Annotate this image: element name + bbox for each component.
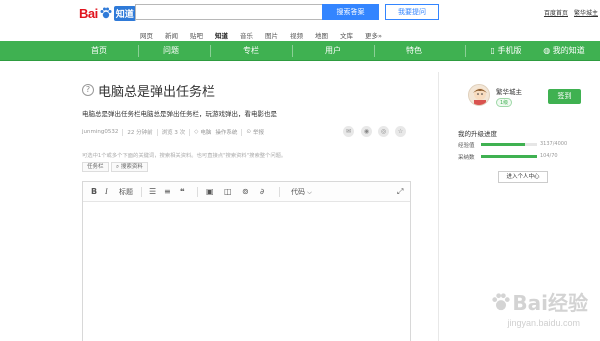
watermark-url: jingyan.baidu.com (507, 318, 580, 328)
bold-button[interactable]: B (91, 186, 97, 198)
quote-icon[interactable]: ❝ (180, 186, 185, 198)
search-material-button[interactable]: ⌕ 搜索资料 (111, 162, 148, 172)
search-material-label: 搜索资料 (120, 164, 143, 170)
location-icon[interactable]: ⊚ (242, 186, 249, 198)
nav-home[interactable]: 首页 (80, 41, 118, 61)
chevron-down-icon: ⌵ (307, 189, 312, 196)
wechat-share-icon[interactable]: ✉ (343, 126, 354, 137)
logo-bai-text: Bai (79, 5, 98, 21)
adopt-progress-fill (481, 155, 537, 158)
paw-icon (100, 7, 112, 19)
search-hint: 可选中1个或多个下面的关键词，搜索相关资料。也可直接点"搜索资料"搜索整个问题。 (82, 153, 287, 159)
sign-in-button[interactable]: 签到 (548, 89, 581, 104)
search-input[interactable] (135, 4, 323, 20)
avatar-face-icon (473, 88, 487, 105)
editor-toolbar: B I 标题 ☰ ≡ ❝ ▣ ◫ ⊚ ∂ 代码 ⌵ ⤢ (83, 182, 410, 202)
avatar[interactable] (468, 84, 490, 106)
exp-label: 经验值 (458, 143, 475, 149)
favorite-star-icon[interactable]: ☆ (395, 126, 406, 137)
ask-question-button[interactable]: 我要提问 (385, 4, 439, 20)
exp-progress-bar (481, 143, 537, 146)
nav-my-zhidao[interactable]: ◍ 我的知道 (535, 41, 593, 61)
report-icon: ⊙ (246, 129, 251, 135)
level-badge: 1级 (496, 98, 513, 107)
qq-share-icon[interactable]: ◎ (378, 126, 389, 137)
question-meta: junming0532 22 分钟前 浏览 3 次 ◇ 电脑 操作系统 ⊙ 举报 (82, 128, 264, 136)
exp-progress-fill (481, 143, 525, 146)
search-icon: ⌕ (116, 164, 120, 170)
code-label: 代码 (291, 188, 305, 196)
top-link-baidu-home[interactable]: 百度首页 (544, 8, 568, 17)
nav-my-zhidao-label: 我的知道 (552, 46, 585, 55)
nav-features[interactable]: 特色 (395, 41, 433, 61)
watermark-text: Bai经验 (512, 291, 588, 315)
personal-center-button[interactable]: 进入个人中心 (498, 171, 548, 183)
tag-computer[interactable]: 电脑 (200, 128, 211, 136)
top-link-username[interactable]: 繁华城主 (574, 8, 598, 17)
unordered-list-icon[interactable]: ≡ (164, 186, 171, 198)
weibo-share-icon[interactable]: ◉ (361, 126, 372, 137)
nav-mobile-label: 手机版 (497, 46, 522, 55)
view-count: 浏览 3 次 (161, 130, 186, 136)
logo-zhidao-text: 知道 (113, 5, 136, 21)
attachment-icon[interactable]: ∂ (260, 186, 264, 198)
post-time: 22 分钟前 (127, 130, 153, 136)
nav-columns[interactable]: 专栏 (232, 41, 270, 61)
fullscreen-icon[interactable]: ⤢ (397, 186, 403, 198)
sidebar-divider (438, 72, 439, 341)
exp-value: 3137/4000 (540, 141, 568, 147)
adopt-progress-bar (481, 155, 537, 158)
answer-editor[interactable]: B I 标题 ☰ ≡ ❝ ▣ ◫ ⊚ ∂ 代码 ⌵ ⤢ (82, 181, 411, 341)
user-icon: ◍ (543, 46, 551, 55)
author-name[interactable]: junming0532 (82, 129, 118, 135)
main-nav: 首页 问题 专栏 用户 特色 ▯ 手机版 ◍ 我的知道 (0, 41, 600, 61)
search-answer-button[interactable]: 搜索答案 (322, 4, 379, 20)
adopt-value: 104/70 (540, 153, 558, 159)
baidu-jingyan-watermark: Bai经验 (490, 287, 588, 316)
report-link[interactable]: 举报 (253, 128, 264, 136)
image-icon[interactable]: ▣ (206, 186, 214, 198)
nav-questions[interactable]: 问题 (152, 41, 190, 61)
baidu-zhidao-logo[interactable]: Bai 知道 (79, 5, 136, 21)
question-title: 电脑总是弹出任务栏 (98, 85, 216, 100)
video-icon[interactable]: ◫ (224, 186, 232, 198)
heading-button[interactable]: 标题 (119, 186, 133, 198)
ordered-list-icon[interactable]: ☰ (149, 186, 156, 198)
adopt-label: 采纳数 (458, 155, 475, 161)
question-icon: ? (82, 84, 94, 96)
tag-icon: ◇ (194, 129, 199, 135)
upgrade-progress-title: 我的升级进度 (458, 130, 497, 138)
nav-users[interactable]: 用户 (314, 41, 352, 61)
italic-button[interactable]: I (105, 186, 108, 198)
tag-os[interactable]: 操作系统 (215, 128, 237, 136)
top-links: 百度首页 繁华城主 (544, 8, 598, 17)
code-button[interactable]: 代码 ⌵ (291, 186, 312, 198)
watermark-paw-icon (492, 292, 511, 310)
nav-mobile[interactable]: ▯ 手机版 (481, 41, 531, 61)
question-description: 电脑总是弹出任务栏电脑总是弹出任务栏，玩游戏弹出，看电影也是 (82, 110, 277, 118)
phone-icon: ▯ (490, 46, 495, 55)
username[interactable]: 繁华城主 (496, 86, 522, 96)
keyword-chip[interactable]: 任务栏 (82, 162, 109, 172)
